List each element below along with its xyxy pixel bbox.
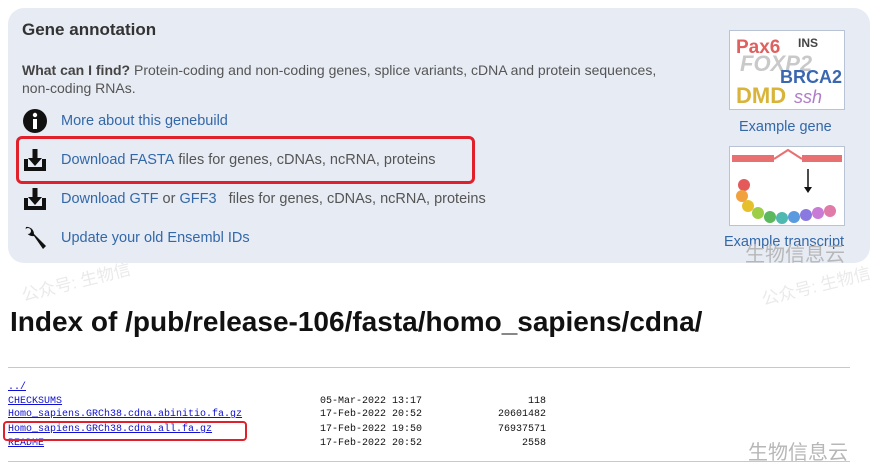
download-gtf-suffix: files for genes, cDNAs, ncRNA, proteins — [216, 191, 486, 207]
info-icon — [22, 108, 48, 134]
genebuild-row: More about this genebuild — [22, 107, 228, 135]
file-date: 17-Feb-2022 20:52 — [320, 409, 423, 420]
what-label: What can I find? — [22, 62, 131, 78]
download-gtf-or: or — [158, 191, 180, 207]
index-title: Index of /pub/release-106/fasta/homo_sap… — [10, 306, 703, 337]
update-ids-row: Update your old Ensembl IDs — [22, 224, 250, 252]
panel-description: What can I find? Protein-coding and non-… — [22, 61, 662, 97]
example-gene-link[interactable]: Example gene — [739, 119, 832, 135]
file-date: 17-Feb-2022 20:52 — [320, 438, 423, 449]
file-size: 2558 — [521, 438, 546, 449]
file-date: 17-Feb-2022 19:50 — [320, 424, 423, 435]
gene-names-logo: Pax6 INS FOXP2 BRCA2 DMD ssh — [736, 36, 842, 108]
genebuild-link[interactable]: More about this genebuild — [61, 113, 228, 129]
panel-title: Gene annotation — [22, 20, 157, 39]
cdna-all-highlight-box — [3, 421, 247, 441]
watermark-top: 生物信息云 — [745, 244, 845, 266]
file-link-parent[interactable]: ../ — [8, 382, 26, 393]
example-transcript-thumbnail[interactable] — [729, 146, 845, 226]
download-gtf-row: Download GTF or GFF3 files for genes, cD… — [22, 185, 486, 213]
download-icon — [22, 186, 48, 212]
svg-text:DMD: DMD — [736, 83, 786, 108]
bottom-divider — [8, 461, 850, 462]
fasta-highlight-box — [16, 136, 475, 184]
file-size: 118 — [527, 396, 546, 407]
file-size: 20601482 — [497, 409, 546, 420]
update-ids-link[interactable]: Update your old Ensembl IDs — [61, 230, 250, 246]
example-gene-thumbnail[interactable]: Pax6 INS FOXP2 BRCA2 DMD ssh — [729, 30, 845, 110]
file-link-abinitio[interactable]: Homo_sapiens.GRCh38.cdna.abinitio.fa.gz — [8, 409, 242, 420]
file-size: 76937571 — [497, 424, 546, 435]
svg-text:BRCA2: BRCA2 — [780, 67, 842, 87]
file-date: 05-Mar-2022 13:17 — [320, 396, 423, 407]
watermark-bottom: 生物信息云 — [748, 442, 848, 464]
file-link-checksums[interactable]: CHECKSUMS — [8, 396, 62, 407]
svg-text:ssh: ssh — [794, 87, 822, 107]
download-gff3-link[interactable]: GFF3 — [179, 191, 216, 207]
svg-text:INS: INS — [798, 36, 818, 50]
transcript-graphic — [732, 148, 842, 224]
wrench-icon — [22, 225, 48, 251]
top-divider — [8, 367, 850, 368]
download-gtf-link[interactable]: Download GTF — [61, 191, 159, 207]
